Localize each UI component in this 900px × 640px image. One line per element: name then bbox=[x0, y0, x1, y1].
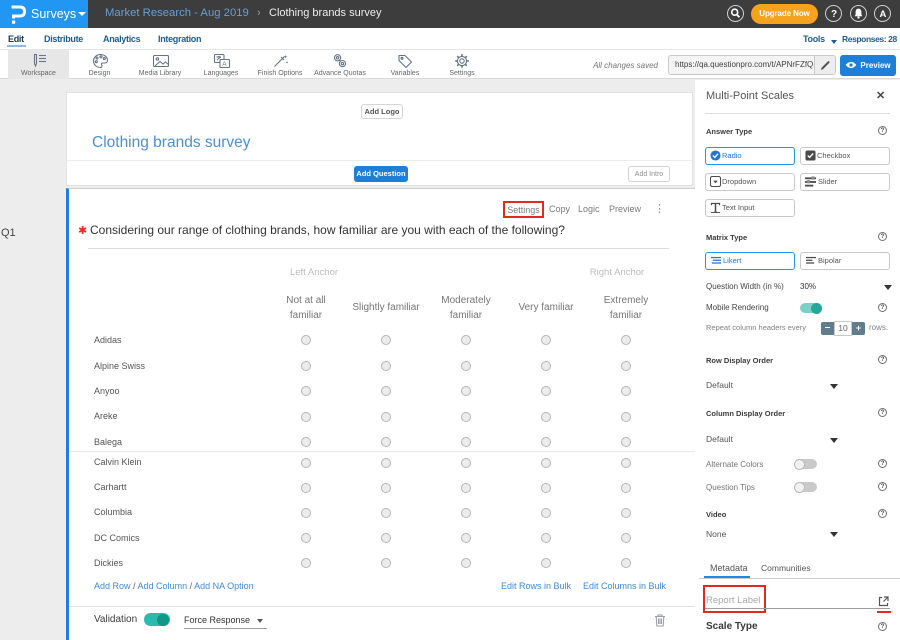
svg-text:A: A bbox=[222, 61, 227, 68]
